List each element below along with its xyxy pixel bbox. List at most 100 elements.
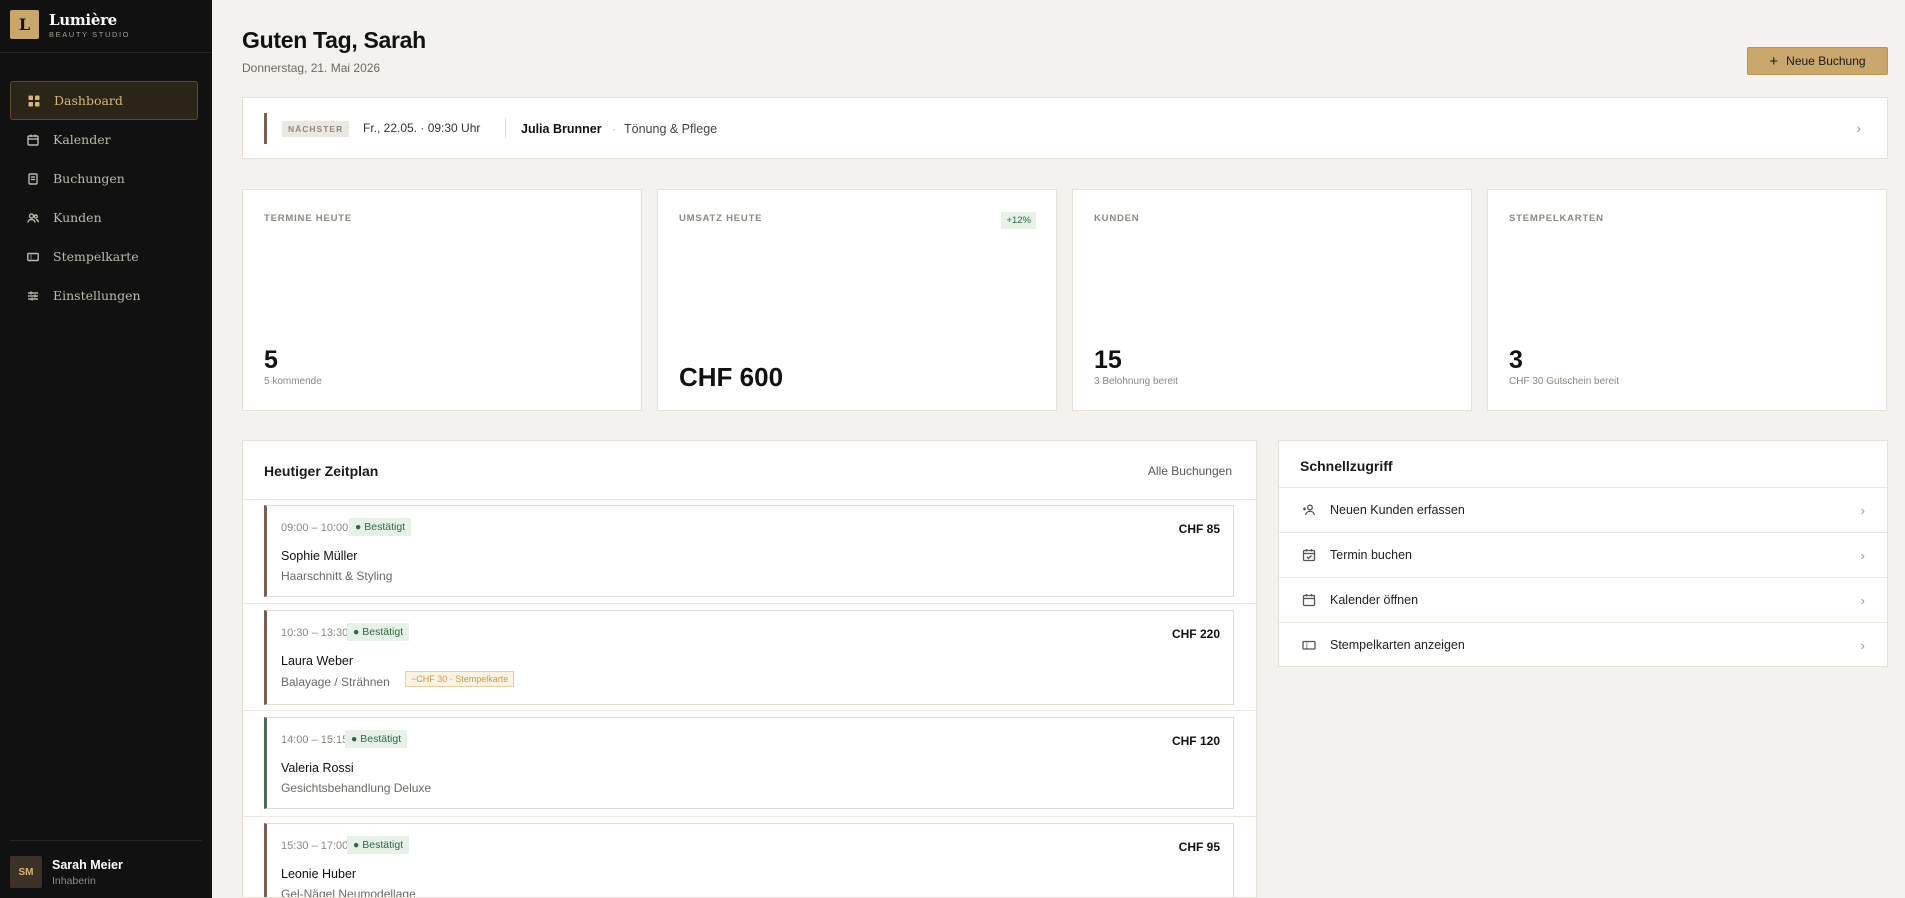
stat-label: KUNDEN: [1094, 213, 1140, 224]
stat-card-stempelkarten: STEMPELKARTEN 3 CHF 30 Gutschein bereit: [1487, 189, 1887, 411]
quick-item-new-client[interactable]: Neuen Kunden erfassen ›: [1279, 487, 1887, 532]
schedule-panel: Heutiger Zeitplan Alle Buchungen 09:00 –…: [242, 440, 1257, 898]
sidebar-item-einstellungen[interactable]: Einstellungen: [10, 276, 198, 315]
stat-sub: 3 Belohnung bereit: [1094, 376, 1178, 387]
calendar-icon: [27, 134, 39, 146]
appointment-time: 10:30 – 13:30: [281, 627, 349, 639]
chevron-right-icon: ›: [1860, 547, 1865, 563]
sidebar-item-dashboard[interactable]: Dashboard: [10, 81, 198, 120]
client-name: Leonie Huber: [281, 867, 357, 881]
user-name: Sarah Meier: [52, 857, 123, 872]
stat-card-termine: TERMINE HEUTE 5 5 kommende: [242, 189, 642, 411]
chevron-right-icon: ›: [1860, 502, 1865, 518]
accent-bar: [264, 113, 267, 144]
brand[interactable]: L Lumière BEAUTY STUDIO: [10, 10, 130, 39]
main-nav: Dashboard Kalender Buchungen Kunden Stem…: [10, 81, 198, 315]
sidebar-item-buchungen[interactable]: Buchungen: [10, 159, 198, 198]
stat-card-kunden: KUNDEN 15 3 Belohnung bereit: [1072, 189, 1472, 411]
stat-sub: 5 kommende: [264, 376, 322, 387]
list-item: 15:30 – 17:00 ● Bestätigt CHF 95 Leonie …: [243, 818, 1256, 898]
stat-value: 15: [1094, 346, 1122, 374]
appointment-card[interactable]: 15:30 – 17:00 ● Bestätigt CHF 95 Leonie …: [264, 823, 1234, 898]
service-name: Gesichtsbehandlung Deluxe: [281, 781, 432, 795]
appointment-time: 09:00 – 10:00: [281, 522, 349, 534]
next-appointment-card[interactable]: NÄCHSTER Fr., 22.05. · 09:30 Uhr Julia B…: [242, 97, 1888, 159]
appointment-price: CHF 220: [1171, 627, 1220, 641]
next-client: Julia Brunner: [521, 122, 602, 136]
appointment-card[interactable]: 14:00 – 15:15 ● Bestätigt CHF 120 Valeri…: [264, 717, 1234, 809]
sidebar-item-label: Dashboard: [54, 93, 123, 108]
avatar: SM: [10, 856, 42, 888]
list-item: 14:00 – 15:15 ● Bestätigt CHF 120 Valeri…: [243, 712, 1256, 817]
quick-item-book-appointment[interactable]: Termin buchen ›: [1279, 532, 1887, 577]
stat-label: STEMPELKARTEN: [1509, 213, 1604, 224]
client-name: Laura Weber: [281, 654, 354, 668]
chevron-right-icon: ›: [1860, 592, 1865, 608]
service-name: Balayage / Strähnen: [281, 675, 390, 689]
status-badge: ● Bestätigt: [345, 730, 408, 748]
next-badge: NÄCHSTER: [282, 121, 350, 137]
list-item: 09:00 – 10:00 ● Bestätigt CHF 85 Sophie …: [243, 500, 1256, 604]
users-icon: [27, 212, 39, 224]
sidebar-item-label: Buchungen: [53, 171, 125, 186]
brand-tagline: BEAUTY STUDIO: [49, 29, 131, 39]
grid-icon: [28, 95, 40, 107]
quick-item-label: Kalender öffnen: [1330, 593, 1419, 607]
new-booking-label: Neue Buchung: [1786, 54, 1866, 68]
service-name: Haarschnitt & Styling: [281, 569, 393, 583]
next-service: Tönung & Pflege: [624, 122, 718, 136]
quick-item-open-calendar[interactable]: Kalender öffnen ›: [1279, 577, 1887, 622]
chevron-right-icon: ›: [1860, 637, 1865, 653]
divider: [505, 118, 506, 138]
sidebar-item-kunden[interactable]: Kunden: [10, 198, 198, 237]
status-badge: ● Bestätigt: [347, 623, 410, 641]
stat-value: CHF 600: [679, 362, 784, 392]
all-bookings-link[interactable]: Alle Buchungen: [1148, 464, 1232, 478]
sidebar-item-label: Stempelkarte: [53, 249, 139, 264]
user-plus-icon: [1302, 503, 1316, 517]
chevron-right-icon: ›: [1856, 120, 1861, 136]
page-date: Donnerstag, 21. Mai 2026: [242, 61, 381, 75]
sidebar-divider: [10, 840, 202, 841]
plus-icon: +: [1769, 52, 1779, 70]
discount-tag: −CHF 30 · Stempelkarte: [405, 671, 515, 687]
stat-card-umsatz: UMSATZ HEUTE +12% CHF 600: [657, 189, 1057, 411]
appointment-price: CHF 85: [1178, 522, 1220, 536]
stat-value: 3: [1509, 346, 1523, 374]
new-booking-button[interactable]: + Neue Buchung: [1747, 47, 1888, 75]
quick-access-title: Schnellzugriff: [1300, 458, 1393, 474]
quick-item-label: Stempelkarten anzeigen: [1330, 638, 1465, 652]
sidebar-item-kalender[interactable]: Kalender: [10, 120, 198, 159]
stat-label: UMSATZ HEUTE: [679, 213, 763, 224]
appointment-price: CHF 120: [1171, 734, 1220, 748]
calendar-check-icon: [1302, 548, 1316, 562]
sliders-icon: [27, 290, 39, 302]
service-name: Gel-Nägel Neumodellage: [281, 887, 416, 898]
user-profile[interactable]: SM Sarah Meier Inhaberin: [10, 856, 123, 888]
quick-item-label: Termin buchen: [1330, 548, 1412, 562]
separator-dot: ·: [612, 122, 616, 136]
ticket-icon: [1302, 638, 1316, 652]
sidebar-divider: [0, 52, 212, 53]
sidebar-item-label: Kalender: [53, 132, 111, 147]
quick-item-label: Neuen Kunden erfassen: [1330, 503, 1465, 517]
status-badge: ● Bestätigt: [349, 518, 412, 536]
appointment-card[interactable]: 10:30 – 13:30 ● Bestätigt CHF 220 Laura …: [264, 610, 1234, 705]
sidebar-item-stempelkarte[interactable]: Stempelkarte: [10, 237, 198, 276]
stat-label: TERMINE HEUTE: [264, 213, 352, 224]
schedule-title: Heutiger Zeitplan: [264, 463, 379, 479]
appointment-card[interactable]: 09:00 – 10:00 ● Bestätigt CHF 85 Sophie …: [264, 505, 1234, 597]
client-name: Valeria Rossi: [281, 761, 354, 775]
logo-mark: L: [10, 10, 39, 39]
page-title: Guten Tag, Sarah: [242, 27, 426, 53]
next-time: Fr., 22.05. · 09:30 Uhr: [363, 121, 481, 135]
quick-item-show-stamp-cards[interactable]: Stempelkarten anzeigen ›: [1279, 622, 1887, 667]
stat-value: 5: [264, 346, 278, 374]
ticket-icon: [27, 251, 39, 263]
appointment-price: CHF 95: [1178, 840, 1220, 854]
trend-badge: +12%: [1001, 212, 1036, 229]
sidebar-item-label: Kunden: [53, 210, 102, 225]
appointment-time: 15:30 – 17:00: [281, 840, 349, 852]
quick-access-panel: Schnellzugriff Neuen Kunden erfassen › T…: [1278, 440, 1888, 667]
sidebar-item-label: Einstellungen: [53, 288, 141, 303]
